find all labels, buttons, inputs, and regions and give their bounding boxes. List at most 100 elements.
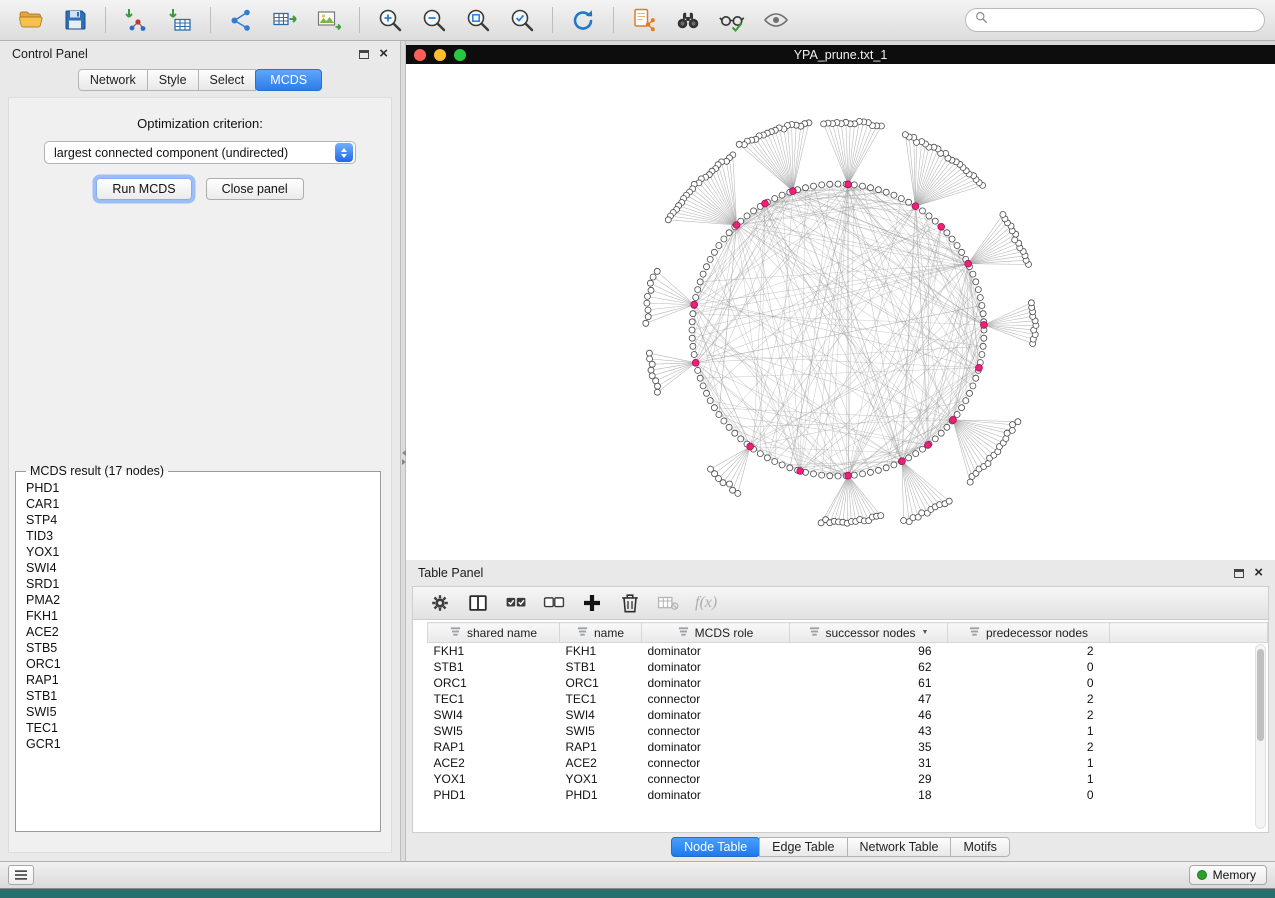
table-row[interactable]: RAP1RAP1dominator352	[428, 739, 1268, 755]
tab-node-table[interactable]: Node Table	[671, 837, 760, 857]
import-network-icon[interactable]	[115, 3, 157, 37]
cell-predecessor-nodes: 1	[948, 723, 1110, 739]
scrollbar-thumb[interactable]	[1257, 649, 1264, 741]
zoom-window-icon[interactable]	[454, 49, 466, 61]
col-predecessor-nodes[interactable]: predecessor nodes	[948, 623, 1110, 643]
col-shared-name[interactable]: shared name	[428, 623, 560, 643]
table-row[interactable]: YOX1YOX1connector291	[428, 771, 1268, 787]
float-table-panel-icon[interactable]	[1234, 569, 1244, 578]
table-row[interactable]: FKH1FKH1dominator962	[428, 643, 1268, 659]
result-node[interactable]: PMA2	[26, 592, 380, 608]
zoom-out-icon[interactable]	[413, 3, 455, 37]
task-list-icon[interactable]	[8, 865, 34, 885]
search-icon	[975, 11, 988, 29]
col-name[interactable]: name	[560, 623, 642, 643]
table-tabs: Node Table Edge Table Network Table Moti…	[406, 833, 1275, 861]
mcds-result-list[interactable]: PHD1CAR1STP4TID3YOX1SWI4SRD1PMA2FKH1ACE2…	[26, 480, 380, 752]
result-node[interactable]: ORC1	[26, 656, 380, 672]
result-node[interactable]: TID3	[26, 528, 380, 544]
result-node[interactable]: CAR1	[26, 496, 380, 512]
tab-select[interactable]: Select	[198, 69, 257, 91]
table-row[interactable]: ORC1ORC1dominator610	[428, 675, 1268, 691]
close-table-panel-icon[interactable]: ×	[1254, 568, 1263, 578]
table-row[interactable]: PHD1PHD1dominator180	[428, 787, 1268, 803]
splitter-grip-icon[interactable]	[401, 446, 406, 468]
cell-name: PHD1	[560, 787, 642, 803]
result-node[interactable]: SRD1	[26, 576, 380, 592]
result-node[interactable]: SWI5	[26, 704, 380, 720]
panel-splitter[interactable]	[400, 41, 406, 861]
table-row[interactable]: SWI4SWI4dominator462	[428, 707, 1268, 723]
import-table-icon[interactable]	[159, 3, 201, 37]
tab-motifs[interactable]: Motifs	[950, 837, 1009, 857]
refresh-icon[interactable]	[562, 3, 604, 37]
result-node[interactable]: ACE2	[26, 624, 380, 640]
tab-mcds[interactable]: MCDS	[255, 69, 322, 91]
network-canvas[interactable]	[406, 64, 1275, 560]
result-node[interactable]: YOX1	[26, 544, 380, 560]
col-successor-nodes[interactable]: successor nodes▼	[790, 623, 948, 643]
search-input[interactable]	[994, 13, 1255, 27]
result-node[interactable]: RAP1	[26, 672, 380, 688]
result-node[interactable]: SWI4	[26, 560, 380, 576]
table-row[interactable]: STB1STB1dominator620	[428, 659, 1268, 675]
tab-network[interactable]: Network	[78, 69, 148, 91]
delete-rows-icon[interactable]	[615, 589, 645, 617]
deselect-all-icon[interactable]	[539, 589, 569, 617]
export-network-icon[interactable]	[220, 3, 262, 37]
zoom-selected-icon[interactable]	[501, 3, 543, 37]
search-network-icon[interactable]	[667, 3, 709, 37]
zoom-in-icon[interactable]	[369, 3, 411, 37]
show-hide-icon[interactable]	[755, 3, 797, 37]
result-node[interactable]: STB1	[26, 688, 380, 704]
function-builder-icon: f(x)	[695, 594, 717, 612]
result-node[interactable]: FKH1	[26, 608, 380, 624]
column-menu-icon	[678, 626, 689, 640]
table-row[interactable]: SWI5SWI5connector431	[428, 723, 1268, 739]
save-session-icon[interactable]	[54, 3, 96, 37]
select-all-icon[interactable]	[501, 589, 531, 617]
close-panel-button[interactable]: Close panel	[206, 178, 304, 200]
table-row[interactable]: ACE2ACE2connector311	[428, 755, 1268, 771]
add-row-icon[interactable]	[577, 589, 607, 617]
toggle-details-icon[interactable]	[711, 3, 753, 37]
cell-successor-nodes: 61	[790, 675, 948, 691]
close-window-icon[interactable]	[414, 49, 426, 61]
table-scrollbar[interactable]	[1255, 644, 1266, 829]
minimize-window-icon[interactable]	[434, 49, 446, 61]
search-box[interactable]	[965, 8, 1265, 32]
cell-filler	[1110, 643, 1268, 659]
result-node[interactable]: STB5	[26, 640, 380, 656]
cell-shared-name: ORC1	[428, 675, 560, 691]
col-mcds-role[interactable]: MCDS role	[642, 623, 790, 643]
cell-successor-nodes: 43	[790, 723, 948, 739]
tab-style[interactable]: Style	[147, 69, 199, 91]
cell-mcds-role: dominator	[642, 659, 790, 675]
open-file-icon[interactable]	[10, 3, 52, 37]
result-node[interactable]: STP4	[26, 512, 380, 528]
run-mcds-button[interactable]: Run MCDS	[96, 178, 191, 200]
show-columns-icon[interactable]	[463, 589, 493, 617]
zoom-fit-icon[interactable]	[457, 3, 499, 37]
export-image-icon[interactable]	[308, 3, 350, 37]
tab-edge-table[interactable]: Edge Table	[759, 837, 847, 857]
column-menu-icon	[450, 626, 461, 640]
float-panel-icon[interactable]	[359, 50, 369, 59]
cell-shared-name: RAP1	[428, 739, 560, 755]
export-web-icon[interactable]	[623, 3, 665, 37]
close-panel-icon[interactable]: ×	[379, 49, 388, 59]
table-settings-icon[interactable]	[425, 589, 455, 617]
cell-name: SWI5	[560, 723, 642, 739]
table-row[interactable]: TEC1TEC1connector472	[428, 691, 1268, 707]
result-node[interactable]: GCR1	[26, 736, 380, 752]
memory-button[interactable]: Memory	[1189, 865, 1267, 885]
cell-filler	[1110, 739, 1268, 755]
cell-shared-name: PHD1	[428, 787, 560, 803]
network-view[interactable]	[406, 64, 1275, 560]
criterion-dropdown[interactable]: largest connected component (undirected)	[44, 141, 356, 164]
result-node[interactable]: TEC1	[26, 720, 380, 736]
result-node[interactable]: PHD1	[26, 480, 380, 496]
export-table-icon[interactable]	[264, 3, 306, 37]
network-window: YPA_prune.txt_1	[406, 45, 1275, 560]
tab-network-table[interactable]: Network Table	[847, 837, 952, 857]
